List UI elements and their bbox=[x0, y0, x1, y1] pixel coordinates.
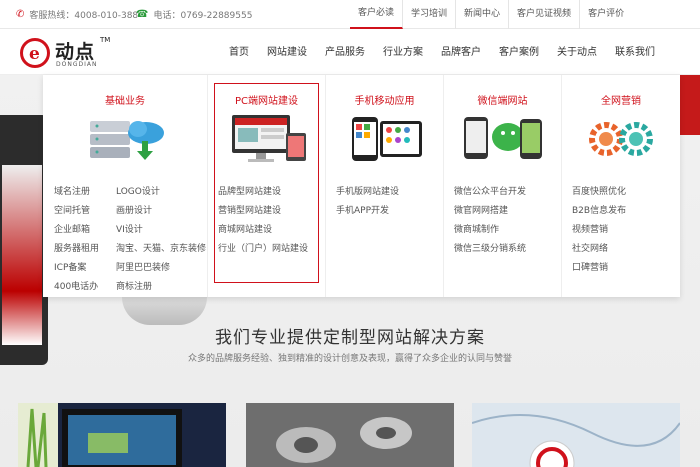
menu-link[interactable]: ICP备案 bbox=[54, 259, 114, 278]
phone-icon: ✆ bbox=[16, 9, 25, 20]
nav-about[interactable]: 关于动点 bbox=[548, 30, 606, 75]
menu-link[interactable]: 视频营销 bbox=[572, 221, 676, 240]
case-thumbnail-1[interactable] bbox=[18, 403, 226, 467]
section-title: 我们专业提供定制型网站解决方案 bbox=[215, 328, 485, 348]
top-link-news[interactable]: 新闻中心 bbox=[456, 0, 510, 29]
header: e 动点 TM DONGDIAN 首页 网站建设 产品服务 行业方案 品牌客户 … bbox=[0, 30, 700, 75]
monitor-stand-image bbox=[122, 297, 207, 325]
mobile-apps-icon bbox=[351, 117, 422, 161]
menu-link[interactable]: LOGO设计 bbox=[116, 183, 206, 202]
nav-cases[interactable]: 客户案例 bbox=[490, 30, 548, 75]
menu-link[interactable]: 400电话办 bbox=[54, 278, 114, 297]
logo-trademark: TM bbox=[100, 36, 111, 44]
menu-col-links: 品牌型网站建设 营销型网站建设 商城网站建设 行业（门户）网站建设 bbox=[218, 183, 321, 259]
menu-link[interactable]: 微商城制作 bbox=[454, 221, 557, 240]
menu-col-links: 域名注册 空间托管 企业邮箱 服务器租用 ICP备案 400电话办 bbox=[54, 183, 114, 297]
case-thumbnail-2[interactable] bbox=[246, 403, 454, 467]
menu-link[interactable]: 淘宝、天猫、京东装修 bbox=[116, 240, 206, 259]
menu-link[interactable]: 阿里巴巴装修 bbox=[116, 259, 206, 278]
menu-link[interactable]: 百度快照优化 bbox=[572, 183, 676, 202]
menu-col-title[interactable]: 手机移动应用 bbox=[326, 92, 443, 107]
menu-col-title[interactable]: 全网营销 bbox=[562, 92, 680, 107]
phone: ☎ 电话：0769-22889555 bbox=[136, 8, 252, 21]
nav-brand-clients[interactable]: 品牌客户 bbox=[432, 30, 490, 75]
menu-link[interactable]: 行业（门户）网站建设 bbox=[218, 240, 321, 259]
menu-col-links-2: LOGO设计 画册设计 VI设计 淘宝、天猫、京东装修 阿里巴巴装修 商标注册 bbox=[116, 183, 206, 297]
menu-col-title[interactable]: 微信端网站 bbox=[444, 92, 561, 107]
menu-link[interactable]: B2B信息发布 bbox=[572, 202, 676, 221]
logo-text: 动点 bbox=[55, 41, 96, 63]
case-thumbnail-3[interactable] bbox=[472, 403, 680, 467]
menu-link[interactable]: 服务器租用 bbox=[54, 240, 114, 259]
nav-contact[interactable]: 联系我们 bbox=[606, 30, 664, 75]
menu-col-basic: 基础业务 域名注册 空间托管 企业邮箱 服务器租用 ICP备案 400电话办 L… bbox=[43, 75, 208, 297]
menu-col-mobile: 手机移动应用 手机版网站建设 手机APP开发 bbox=[326, 75, 444, 297]
menu-col-links: 微信公众平台开发 微官网网搭建 微商城制作 微信三级分销系统 bbox=[454, 183, 557, 259]
mega-menu: 基础业务 域名注册 空间托管 企业邮箱 服务器租用 ICP备案 400电话办 L… bbox=[43, 75, 680, 297]
menu-link[interactable]: 空间托管 bbox=[54, 202, 114, 221]
menu-link[interactable]: 商城网站建设 bbox=[218, 221, 321, 240]
pc-website-icon bbox=[231, 115, 306, 162]
menu-col-title[interactable]: PC端网站建设 bbox=[208, 92, 325, 107]
menu-link[interactable]: 企业邮箱 bbox=[54, 221, 114, 240]
nav-home[interactable]: 首页 bbox=[220, 30, 258, 75]
nav-solutions[interactable]: 行业方案 bbox=[374, 30, 432, 75]
menu-link[interactable]: VI设计 bbox=[116, 221, 206, 240]
menu-link[interactable]: 品牌型网站建设 bbox=[218, 183, 321, 202]
menu-col-title[interactable]: 基础业务 bbox=[43, 92, 207, 107]
menu-link[interactable]: 社交网络 bbox=[572, 240, 676, 259]
logo-english: DONGDIAN bbox=[56, 61, 98, 68]
top-link-training[interactable]: 学习培训 bbox=[403, 0, 457, 29]
menu-col-links: 手机版网站建设 手机APP开发 bbox=[336, 183, 439, 221]
nav-products[interactable]: 产品服务 bbox=[316, 30, 374, 75]
top-link-must-read[interactable]: 客户必读 bbox=[350, 0, 404, 29]
section-subtitle: 众多的品牌服务经验、独到精准的设计创意及表现，赢得了众多企业的认同与赞誉 bbox=[187, 354, 512, 364]
menu-col-links: 百度快照优化 B2B信息发布 视频营销 社交网络 口碑营销 bbox=[572, 183, 676, 278]
menu-link[interactable]: 微信三级分销系统 bbox=[454, 240, 557, 259]
menu-link[interactable]: 手机版网站建设 bbox=[336, 183, 439, 202]
logo-mark-icon: e bbox=[20, 38, 50, 68]
main-nav: 首页 网站建设 产品服务 行业方案 品牌客户 客户案例 关于动点 联系我们 bbox=[220, 30, 664, 75]
telephone-icon: ☎ bbox=[136, 9, 149, 20]
menu-link[interactable]: 商标注册 bbox=[116, 278, 206, 297]
gears-icon bbox=[589, 122, 653, 156]
hotline: ✆ 客服热线：4008-010-388 bbox=[16, 8, 138, 21]
top-bar: ✆ 客服热线：4008-010-388 ☎ 电话：0769-22889555 客… bbox=[0, 0, 700, 29]
menu-link[interactable]: 微信公众平台开发 bbox=[454, 183, 557, 202]
top-links: 客户必读 学习培训 新闻中心 客户见证视频 客户评价 bbox=[350, 0, 632, 29]
server-cloud-icon bbox=[90, 121, 164, 160]
menu-link[interactable]: 手机APP开发 bbox=[336, 202, 439, 221]
top-link-videos[interactable]: 客户见证视频 bbox=[509, 0, 581, 29]
menu-link[interactable]: 域名注册 bbox=[54, 183, 114, 202]
menu-col-pc-web: PC端网站建设 品牌型网站建设 营销型网站建设 商城网站建设 行业（门户）网站建… bbox=[208, 75, 326, 297]
hotline-text: 客服热线：4008-010-388 bbox=[29, 11, 139, 21]
phone-text: 电话：0769-22889555 bbox=[153, 11, 253, 21]
wechat-site-icon bbox=[463, 117, 542, 159]
menu-link[interactable]: 画册设计 bbox=[116, 202, 206, 221]
menu-link[interactable]: 营销型网站建设 bbox=[218, 202, 321, 221]
menu-link[interactable]: 微官网网搭建 bbox=[454, 202, 557, 221]
logo[interactable]: e 动点 TM DONGDIAN bbox=[20, 36, 140, 72]
menu-col-wechat: 微信端网站 微信公众平台开发 微官网网搭建 微商城制作 微信三级分销系统 bbox=[444, 75, 562, 297]
nav-web-build[interactable]: 网站建设 bbox=[258, 30, 316, 75]
menu-col-marketing: 全网营销 百度快照优化 B2B信息发布 视频营销 社交网络 口碑营销 bbox=[562, 75, 680, 297]
menu-link[interactable]: 口碑营销 bbox=[572, 259, 676, 278]
top-link-reviews[interactable]: 客户评价 bbox=[580, 0, 632, 29]
